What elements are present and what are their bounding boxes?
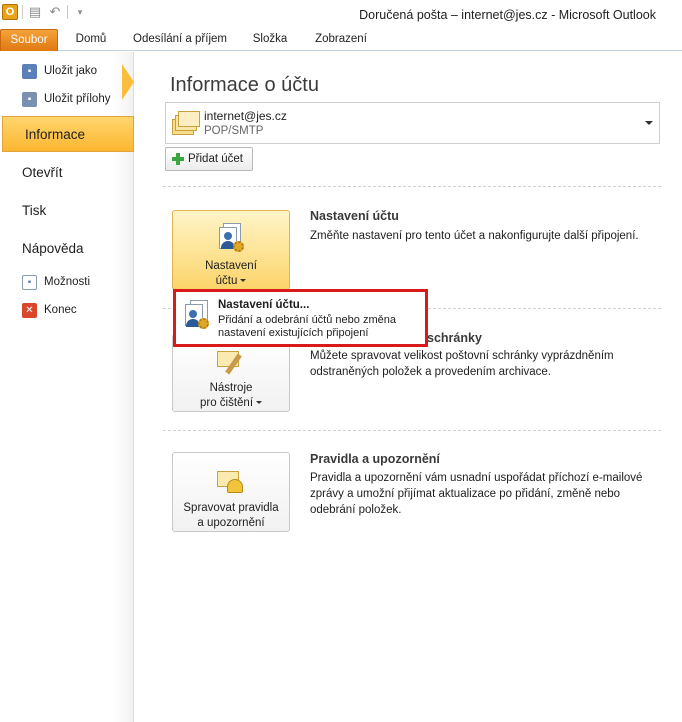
cleanup-tools-label: Nástroje pro čištění [200, 381, 263, 411]
section-divider [163, 430, 661, 431]
account-selector[interactable]: internet@jes.cz POP/SMTP [165, 102, 660, 144]
mailbox-cleanup-title: schránky [427, 331, 482, 345]
save-as-icon: ▪ [22, 63, 37, 79]
ribbon-tabs: Soubor Domů Odesílání a příjem Složka Zo… [0, 28, 682, 51]
nav-print[interactable]: Tisk [0, 192, 134, 228]
nav-info[interactable]: Informace [2, 116, 134, 152]
nav-open[interactable]: Otevřít [0, 154, 134, 190]
exit-button[interactable]: ✕ Konec [0, 297, 134, 323]
cleanup-broom-icon [215, 347, 247, 375]
tab-file[interactable]: Soubor [0, 29, 58, 51]
page-title: Informace o účtu [170, 74, 319, 96]
account-settings-icon [180, 300, 212, 332]
tab-send-receive[interactable]: Odesílání a příjem [124, 29, 236, 51]
options-icon: ▪ [22, 274, 37, 290]
account-email: internet@jes.cz [204, 109, 287, 123]
qat-separator [22, 5, 23, 19]
add-account-button[interactable]: Přidat účet [165, 147, 253, 171]
title-bar: O ▤ ↶ ▾ Doručená pošta – internet@jes.cz… [0, 0, 682, 28]
tab-folder[interactable]: Složka [244, 29, 296, 51]
tab-home[interactable]: Domů [66, 29, 116, 51]
account-settings-menu-item[interactable]: Nastavení účtu... Přidání a odebrání účt… [173, 289, 428, 347]
window-title: Doručená pošta – internet@jes.cz - Micro… [359, 8, 656, 22]
rules-alerts-icon [215, 465, 247, 495]
save-attachments-label: Uložit přílohy [44, 93, 111, 105]
account-folders-icon [172, 109, 200, 137]
section-divider [163, 186, 661, 187]
options-button[interactable]: ▪ Možnosti [0, 269, 134, 295]
menu-item-title: Nastavení účtu... [218, 299, 310, 311]
outlook-app-icon[interactable]: O [2, 4, 18, 20]
undo-icon[interactable]: ↶ [47, 4, 63, 20]
manage-rules-label: Spravovat pravidla a upozornění [183, 502, 279, 529]
options-label: Možnosti [44, 276, 91, 288]
account-type: POP/SMTP [204, 125, 264, 137]
add-account-label: Přidat účet [188, 153, 243, 165]
nav-info-label: Informace [25, 126, 86, 142]
qat-separator [67, 5, 68, 19]
account-settings-label: Nastavení účtu [205, 260, 257, 287]
exit-icon: ✕ [22, 302, 37, 318]
nav-print-label: Tisk [22, 202, 47, 218]
account-settings-button[interactable]: Nastavení účtu [172, 210, 290, 290]
save-attachments-icon: ▪ [22, 91, 37, 107]
quick-access-toolbar: O ▤ ↶ ▾ [2, 4, 88, 20]
account-settings-description: Změňte nastavení pro tento účet a nakonf… [310, 230, 639, 242]
account-settings-title: Nastavení účtu [310, 209, 399, 223]
rules-alerts-title: Pravidla a upozornění [310, 452, 440, 466]
account-settings-icon [215, 223, 247, 253]
nav-help[interactable]: Nápověda [0, 230, 134, 266]
nav-help-label: Nápověda [22, 240, 84, 256]
send-receive-icon[interactable]: ▤ [27, 4, 43, 20]
mailbox-cleanup-description: Můžete spravovat velikost poštovní schrá… [310, 350, 614, 378]
nav-open-label: Otevřít [22, 164, 63, 180]
exit-label: Konec [44, 304, 77, 316]
account-info-panel: Informace o účtu internet@jes.cz POP/SMT… [135, 52, 682, 722]
customize-qat-icon[interactable]: ▾ [72, 4, 88, 20]
save-as-button[interactable]: ▪ Uložit jako [0, 58, 134, 84]
tab-view[interactable]: Zobrazení [304, 29, 378, 51]
plus-icon [172, 153, 184, 165]
active-nav-arrow [122, 64, 134, 100]
menu-item-description: Přidání a odebrání účtů nebo změna nasta… [218, 314, 396, 339]
backstage-nav: ▪ Uložit jako ▪ Uložit přílohy Informace… [0, 52, 134, 722]
save-attachments-button[interactable]: ▪ Uložit přílohy [0, 86, 134, 112]
manage-rules-button[interactable]: Spravovat pravidla a upozornění [172, 452, 290, 532]
save-as-label: Uložit jako [44, 65, 98, 77]
chevron-down-icon [645, 121, 653, 125]
rules-alerts-description: Pravidla a upozornění vám usnadní uspořá… [310, 472, 643, 516]
